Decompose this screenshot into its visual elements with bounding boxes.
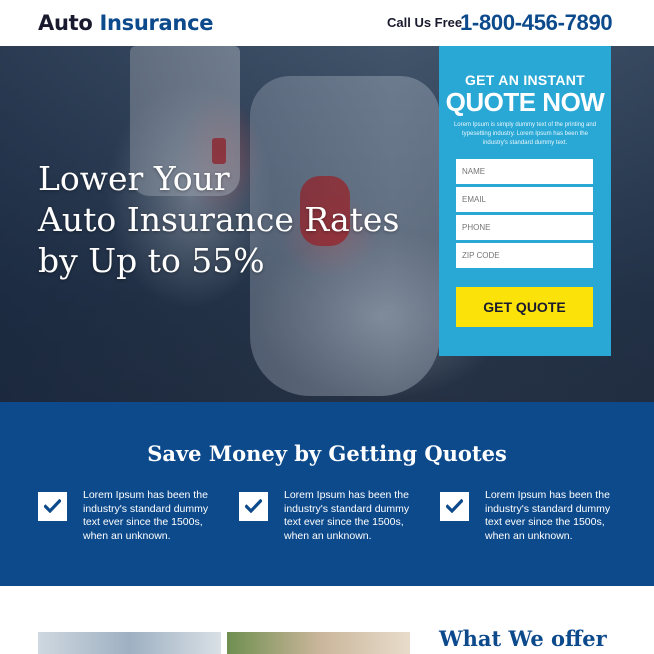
form-title-large: QUOTE NOW — [445, 87, 605, 117]
hero-headline: Lower Your Auto Insurance Rates by Up to… — [38, 158, 428, 281]
site-logo[interactable]: Auto Insurance — [38, 11, 213, 35]
benefits-section: Save Money by Getting Quotes Lorem Ipsum… — [0, 402, 654, 586]
quote-form: GET AN INSTANT QUOTE NOW Lorem Ipsum is … — [439, 46, 611, 356]
benefit-text: Lorem Ipsum has been the industry's stan… — [83, 489, 209, 542]
name-field[interactable] — [456, 159, 593, 184]
get-quote-button[interactable]: GET QUOTE — [456, 287, 593, 327]
offer-section: What We offer — [0, 586, 654, 654]
checkmark-icon — [440, 492, 469, 521]
logo-text-auto: Auto — [38, 11, 93, 35]
phone-field[interactable] — [456, 215, 593, 240]
zip-code-field[interactable] — [456, 243, 593, 268]
form-description: Lorem Ipsum is simply dummy text of the … — [453, 122, 597, 146]
hero-headline-line: Lower Your — [38, 159, 230, 198]
form-title-small: GET AN INSTANT — [464, 72, 586, 88]
benefits-title: Save Money by Getting Quotes — [147, 441, 507, 466]
car-driver-photo — [38, 632, 221, 654]
phone-number-link[interactable]: 1-800-456-7890 — [460, 10, 613, 36]
benefit-text: Lorem Ipsum has been the industry's stan… — [485, 489, 611, 542]
happy-customer-photo — [227, 632, 410, 654]
hero-headline-line: by Up to 55% — [38, 241, 265, 280]
checkmark-icon — [239, 492, 268, 521]
header: Auto Insurance Call Us Free 1-800-456-78… — [0, 0, 654, 46]
hero-section: Lower Your Auto Insurance Rates by Up to… — [0, 46, 654, 402]
benefit-item: Lorem Ipsum has been the industry's stan… — [38, 489, 228, 559]
benefit-item: Lorem Ipsum has been the industry's stan… — [440, 489, 630, 559]
hero-headline-line: Auto Insurance Rates — [38, 200, 400, 239]
logo-text-insurance: Insurance — [99, 11, 214, 35]
call-label: Call Us Free — [387, 15, 463, 30]
checkmark-icon — [38, 492, 67, 521]
benefit-text: Lorem Ipsum has been the industry's stan… — [284, 489, 410, 542]
email-field[interactable] — [456, 187, 593, 212]
benefit-item: Lorem Ipsum has been the industry's stan… — [239, 489, 429, 559]
offer-title: What We offer — [439, 626, 607, 651]
